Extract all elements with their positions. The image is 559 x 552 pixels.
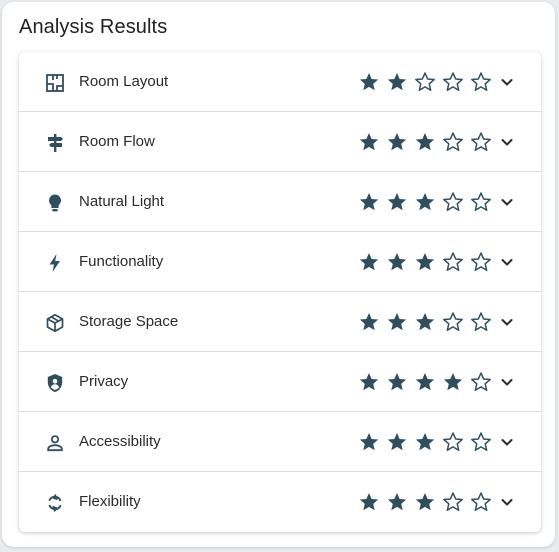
result-label: Privacy bbox=[79, 373, 129, 390]
star-rating bbox=[358, 131, 498, 153]
star-filled-icon bbox=[414, 191, 436, 213]
result-row-flexibility[interactable]: Flexibility bbox=[19, 472, 541, 532]
star-outline-icon bbox=[470, 311, 492, 333]
person-icon bbox=[45, 433, 65, 453]
star-filled-icon bbox=[358, 371, 380, 393]
result-label: Storage Space bbox=[79, 313, 179, 330]
star-outline-icon bbox=[470, 191, 492, 213]
package-box-icon bbox=[45, 313, 65, 333]
star-outline-icon bbox=[442, 71, 464, 93]
signpost-icon bbox=[45, 133, 65, 153]
result-row-functionality[interactable]: Functionality bbox=[19, 232, 541, 292]
star-filled-icon bbox=[358, 191, 380, 213]
lightning-bolt-icon bbox=[45, 253, 65, 273]
star-filled-icon bbox=[358, 71, 380, 93]
chevron-down-icon[interactable] bbox=[499, 374, 515, 390]
star-outline-icon bbox=[470, 491, 492, 513]
star-outline-icon bbox=[442, 491, 464, 513]
result-label: Natural Light bbox=[79, 193, 165, 210]
chevron-down-icon[interactable] bbox=[499, 194, 515, 210]
star-filled-icon bbox=[414, 131, 436, 153]
star-filled-icon bbox=[358, 491, 380, 513]
chevron-down-icon[interactable] bbox=[499, 494, 515, 510]
result-row-storage-space[interactable]: Storage Space bbox=[19, 292, 541, 352]
star-outline-icon bbox=[470, 251, 492, 273]
star-outline-icon bbox=[470, 131, 492, 153]
star-outline-icon bbox=[414, 71, 436, 93]
star-filled-icon bbox=[386, 191, 408, 213]
chevron-down-icon[interactable] bbox=[499, 434, 515, 450]
star-rating bbox=[358, 491, 498, 513]
star-outline-icon bbox=[442, 191, 464, 213]
star-filled-icon bbox=[386, 131, 408, 153]
lightbulb-icon bbox=[45, 193, 65, 213]
star-filled-icon bbox=[358, 431, 380, 453]
result-row-privacy[interactable]: Privacy bbox=[19, 352, 541, 412]
star-filled-icon bbox=[386, 251, 408, 273]
star-rating bbox=[358, 71, 498, 93]
star-filled-icon bbox=[386, 491, 408, 513]
result-row-accessibility[interactable]: Accessibility bbox=[19, 412, 541, 472]
star-outline-icon bbox=[442, 431, 464, 453]
star-filled-icon bbox=[386, 311, 408, 333]
star-filled-icon bbox=[414, 371, 436, 393]
sync-arrows-icon bbox=[45, 493, 65, 513]
panel-title: Analysis Results bbox=[19, 16, 168, 38]
result-label: Flexibility bbox=[79, 493, 141, 510]
star-filled-icon bbox=[386, 431, 408, 453]
star-filled-icon bbox=[414, 251, 436, 273]
star-outline-icon bbox=[442, 251, 464, 273]
shield-person-icon bbox=[45, 373, 65, 393]
chevron-down-icon[interactable] bbox=[499, 74, 515, 90]
result-label: Functionality bbox=[79, 253, 164, 270]
star-filled-icon bbox=[386, 71, 408, 93]
result-row-natural-light[interactable]: Natural Light bbox=[19, 172, 541, 232]
star-outline-icon bbox=[470, 431, 492, 453]
star-outline-icon bbox=[470, 71, 492, 93]
star-rating bbox=[358, 251, 498, 273]
results-list: Room Layout Room Flow Natural Light Functio… bbox=[19, 52, 541, 532]
star-outline-icon bbox=[442, 131, 464, 153]
star-rating bbox=[358, 191, 498, 213]
chevron-down-icon[interactable] bbox=[499, 254, 515, 270]
result-label: Room Flow bbox=[79, 133, 155, 150]
star-filled-icon bbox=[358, 131, 380, 153]
star-filled-icon bbox=[414, 431, 436, 453]
star-rating bbox=[358, 371, 498, 393]
result-row-room-flow[interactable]: Room Flow bbox=[19, 112, 541, 172]
star-filled-icon bbox=[386, 371, 408, 393]
analysis-results-panel: Analysis Results Room Layout Room Flow Nat… bbox=[2, 2, 555, 547]
star-filled-icon bbox=[442, 371, 464, 393]
star-outline-icon bbox=[442, 311, 464, 333]
result-row-room-layout[interactable]: Room Layout bbox=[19, 52, 541, 112]
star-outline-icon bbox=[470, 371, 492, 393]
star-filled-icon bbox=[358, 311, 380, 333]
star-filled-icon bbox=[414, 311, 436, 333]
star-filled-icon bbox=[414, 491, 436, 513]
result-label: Room Layout bbox=[79, 73, 169, 90]
star-rating bbox=[358, 311, 498, 333]
star-filled-icon bbox=[358, 251, 380, 273]
result-label: Accessibility bbox=[79, 433, 161, 450]
chevron-down-icon[interactable] bbox=[499, 134, 515, 150]
chevron-down-icon[interactable] bbox=[499, 314, 515, 330]
floor-plan-icon bbox=[45, 73, 65, 93]
star-rating bbox=[358, 431, 498, 453]
